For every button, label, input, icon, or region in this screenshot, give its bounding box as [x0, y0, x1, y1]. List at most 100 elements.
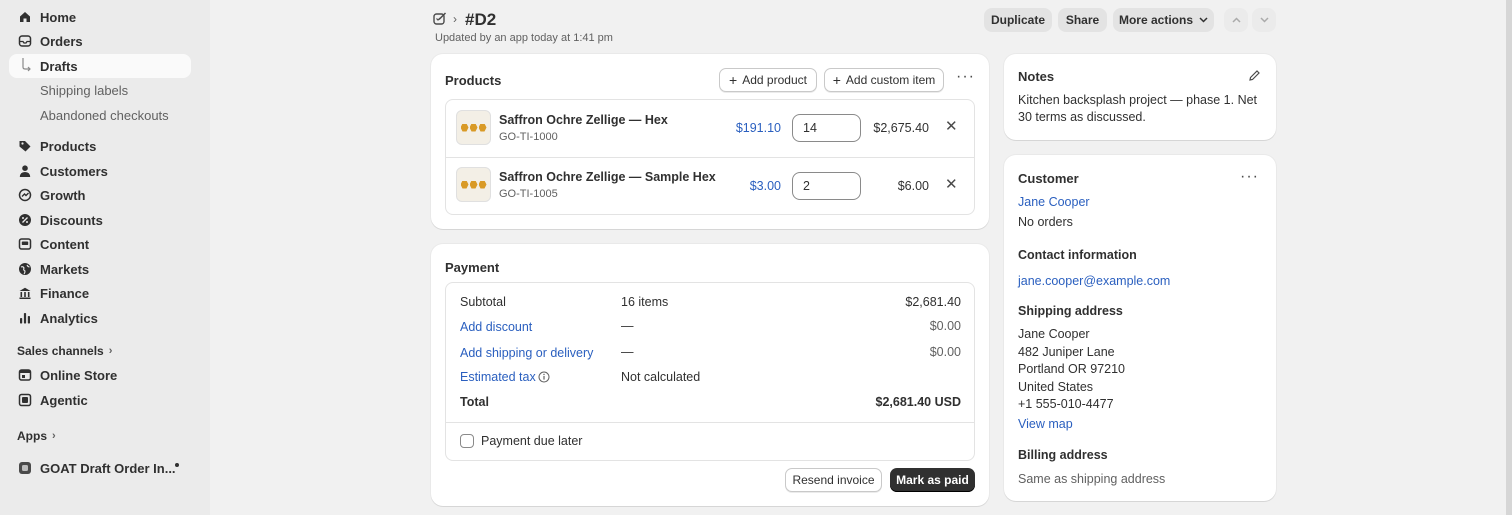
- view-map-link[interactable]: View map: [1018, 417, 1073, 431]
- add-product-label: Add product: [742, 73, 807, 87]
- remove-item-icon[interactable]: ✕: [945, 117, 958, 135]
- sidebar-item-home[interactable]: Home: [9, 5, 191, 29]
- line-total: $6.00: [897, 179, 929, 193]
- notes-line-1: Kitchen backsplash project — phase 1. Ne…: [1018, 93, 1258, 107]
- notes-title: Notes: [1018, 69, 1055, 84]
- sidebar-item-discounts[interactable]: Discounts: [9, 208, 191, 232]
- shipping-dash: —: [621, 345, 634, 359]
- product-sku: GO-TI-1000: [499, 131, 558, 143]
- sidebar-item-analytics[interactable]: Analytics: [9, 306, 191, 330]
- product-name[interactable]: Saffron Ochre Zellige — Sample Hex: [499, 170, 716, 184]
- mark-as-paid-button[interactable]: Mark as paid: [890, 468, 975, 492]
- billing-address-value: Same as shipping address: [1018, 472, 1166, 486]
- add-discount-link[interactable]: Add discount: [460, 320, 532, 334]
- customer-name-link[interactable]: Jane Cooper: [1018, 195, 1090, 209]
- sidebar-item-finance[interactable]: Finance: [9, 281, 191, 305]
- discount-dash: —: [621, 319, 634, 333]
- sidebar-item-label: Growth: [40, 187, 86, 203]
- resend-invoice-button[interactable]: Resend invoice: [785, 468, 882, 492]
- sidebar: Home Orders Drafts Shipping labels Aband…: [0, 0, 210, 515]
- product-thumbnail[interactable]: [456, 110, 491, 145]
- sidebar-item-agentic[interactable]: Agentic: [9, 388, 191, 412]
- quantity-input[interactable]: 2: [792, 172, 861, 200]
- sidebar-item-products[interactable]: Products: [9, 134, 191, 158]
- tag-icon: [17, 139, 32, 154]
- payment-due-later-label[interactable]: Payment due later: [481, 434, 582, 448]
- address-line: 482 Juniper Lane: [1018, 345, 1115, 359]
- store-icon: [17, 368, 32, 383]
- sidebar-item-drafts[interactable]: Drafts: [9, 54, 191, 78]
- subtotal-items: 16 items: [621, 295, 669, 309]
- sidebar-item-label: Orders: [40, 33, 83, 49]
- sidebar-item-label: GOAT Draft Order In...: [40, 460, 176, 476]
- product-price-link[interactable]: $191.10: [721, 121, 781, 135]
- estimated-tax-link[interactable]: Estimated tax: [460, 370, 536, 384]
- sidebar-item-customers[interactable]: Customers: [9, 159, 191, 183]
- tax-status: Not calculated: [621, 370, 701, 384]
- plus-icon: +: [832, 72, 841, 88]
- duplicate-button[interactable]: Duplicate: [984, 8, 1052, 32]
- content-icon: [17, 237, 32, 252]
- info-icon[interactable]: [538, 371, 550, 386]
- breadcrumb-chevron-icon: ›: [453, 12, 457, 26]
- row-divider: [446, 157, 974, 158]
- add-shipping-link[interactable]: Add shipping or delivery: [460, 346, 593, 360]
- share-button[interactable]: Share: [1058, 8, 1107, 32]
- apps-header[interactable]: Apps ›: [17, 429, 56, 443]
- draft-order-icon: [433, 12, 447, 26]
- sidebar-item-content[interactable]: Content: [9, 232, 191, 256]
- customer-title: Customer: [1018, 171, 1079, 186]
- sidebar-item-goat-app[interactable]: GOAT Draft Order In...: [9, 456, 191, 480]
- total-value: $2,681.40 USD: [875, 395, 961, 409]
- edit-notes-icon[interactable]: [1248, 69, 1261, 85]
- next-order-button[interactable]: [1252, 8, 1276, 32]
- payment-due-later-checkbox[interactable]: [460, 434, 474, 448]
- products-menu-icon[interactable]: ···: [956, 68, 975, 86]
- sidebar-item-label: Analytics: [40, 310, 98, 326]
- products-title: Products: [445, 73, 502, 88]
- subtotal-label: Subtotal: [460, 295, 506, 309]
- sidebar-item-orders[interactable]: Orders: [9, 29, 191, 53]
- sidebar-item-online-store[interactable]: Online Store: [9, 363, 191, 387]
- bar-chart-icon: [17, 311, 32, 326]
- sidebar-item-label: Products: [40, 138, 97, 154]
- sidebar-item-markets[interactable]: Markets: [9, 257, 191, 281]
- product-thumbnail[interactable]: [456, 167, 491, 202]
- customer-menu-icon[interactable]: ···: [1240, 168, 1259, 186]
- product-price-link[interactable]: $3.00: [721, 179, 781, 193]
- chevron-down-icon: [1199, 15, 1208, 26]
- page-title: #D2: [465, 10, 497, 29]
- shipping-value: $0.00: [929, 345, 961, 359]
- billing-address-title: Billing address: [1018, 448, 1108, 462]
- discount-icon: [17, 213, 32, 228]
- sidebar-item-abandoned-checkouts[interactable]: Abandoned checkouts: [40, 108, 169, 123]
- customer-card: Customer ··· Jane Cooper No orders Conta…: [1004, 155, 1276, 501]
- scrollbar[interactable]: [1506, 0, 1512, 515]
- product-name[interactable]: Saffron Ochre Zellige — Hex: [499, 113, 668, 127]
- notes-line-2: 30 terms as discussed.: [1018, 110, 1146, 124]
- more-actions-button[interactable]: More actions: [1113, 8, 1214, 32]
- sidebar-item-shipping-labels[interactable]: Shipping labels: [40, 83, 128, 98]
- sidebar-item-label: Content: [40, 236, 90, 252]
- sidebar-item-label: Agentic: [40, 392, 88, 408]
- address-line: Portland OR 97210: [1018, 362, 1126, 376]
- notes-card: Notes Kitchen backsplash project — phase…: [1004, 54, 1276, 140]
- sales-channels-label: Sales channels: [17, 344, 104, 358]
- remove-item-icon[interactable]: ✕: [945, 175, 958, 193]
- row-divider: [446, 422, 974, 423]
- payment-card: Payment Subtotal 16 items $2,681.40 Add …: [431, 244, 989, 506]
- quantity-input[interactable]: 14: [792, 114, 861, 142]
- customer-email-link[interactable]: jane.cooper@example.com: [1018, 274, 1170, 288]
- agentic-icon: [17, 393, 32, 408]
- subtotal-value: $2,681.40: [905, 295, 961, 309]
- total-label: Total: [460, 395, 489, 409]
- chevron-right-icon: ›: [52, 430, 56, 442]
- add-product-button[interactable]: + Add product: [719, 68, 817, 92]
- chevron-up-icon: [1231, 17, 1241, 23]
- growth-icon: [17, 188, 32, 203]
- payment-title: Payment: [445, 260, 500, 275]
- sidebar-item-growth[interactable]: Growth: [9, 183, 191, 207]
- sales-channels-header[interactable]: Sales channels ›: [17, 344, 112, 358]
- previous-order-button[interactable]: [1224, 8, 1248, 32]
- add-custom-item-button[interactable]: + Add custom item: [824, 68, 944, 92]
